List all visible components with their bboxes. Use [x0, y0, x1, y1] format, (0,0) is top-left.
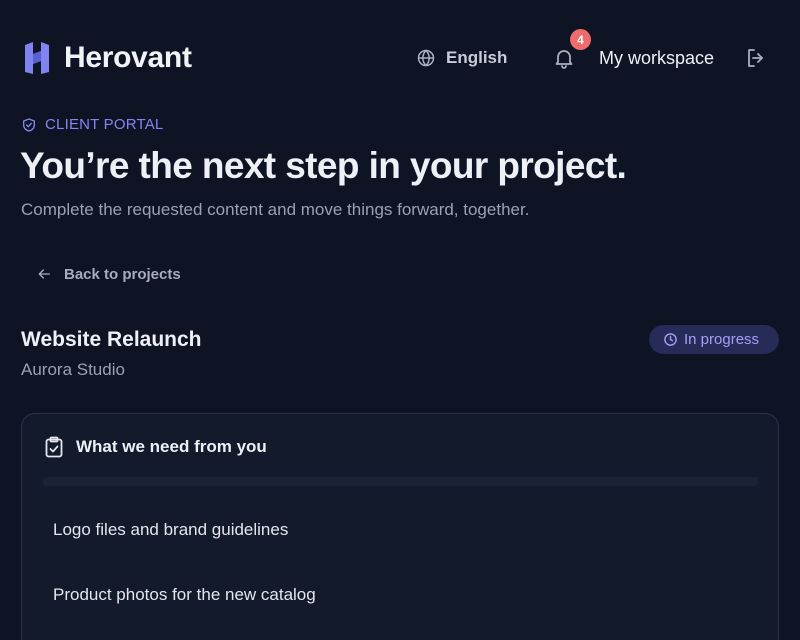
back-to-projects-link[interactable]: Back to projects — [36, 262, 181, 286]
logout-button[interactable] — [744, 46, 768, 70]
list-item[interactable]: Logo files and brand guidelines — [53, 518, 288, 542]
back-label: Back to projects — [64, 265, 181, 283]
progress-track — [43, 477, 758, 486]
page-subtitle: Complete the requested content and move … — [21, 200, 530, 219]
clock-icon — [664, 333, 677, 346]
client-name: Aurora Studio — [21, 360, 125, 379]
status-badge: In progress — [649, 325, 779, 354]
notification-count-badge: 4 — [570, 29, 591, 50]
h-logo-icon — [25, 42, 49, 74]
eyebrow-label: CLIENT PORTAL — [45, 116, 164, 133]
brand-name: Herovant — [64, 41, 192, 74]
bell-icon — [555, 50, 573, 69]
language-label: English — [446, 48, 508, 67]
shield-check-icon — [23, 117, 35, 132]
card-header: What we need from you — [44, 436, 267, 458]
requests-card: What we need from you Logo files and bra… — [21, 413, 779, 640]
top-bar: Herovant English 4 My workspace — [0, 0, 800, 110]
logout-icon — [748, 49, 763, 67]
page-title: You’re the next step in your project. — [20, 145, 627, 186]
language-selector[interactable]: English — [416, 44, 507, 72]
status-label: In progress — [684, 331, 760, 348]
section-eyebrow: CLIENT PORTAL — [21, 116, 163, 133]
brand-logo[interactable]: Herovant — [22, 38, 192, 78]
arrow-left-icon — [38, 269, 50, 279]
workspace-link[interactable]: My workspace — [599, 46, 714, 70]
list-item[interactable]: Product photos for the new catalog — [53, 583, 316, 607]
project-name: Website Relaunch — [21, 328, 202, 351]
globe-icon — [417, 49, 435, 67]
card-title: What we need from you — [76, 437, 267, 456]
clipboard-check-icon — [45, 436, 63, 458]
notifications-button[interactable] — [552, 46, 578, 72]
